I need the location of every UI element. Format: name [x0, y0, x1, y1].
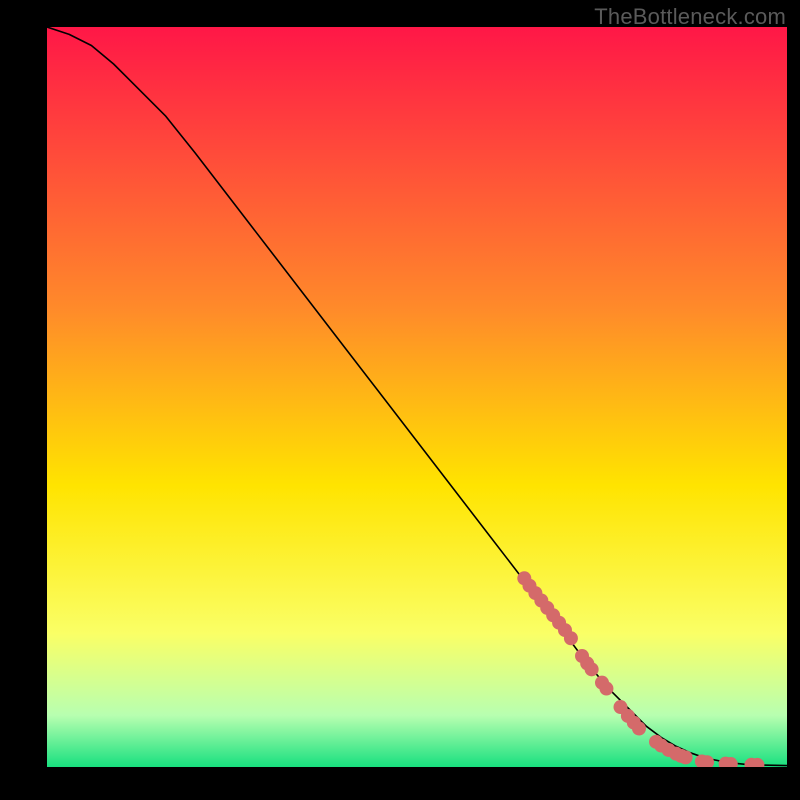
watermark-text: TheBottleneck.com: [594, 4, 786, 30]
plot-area: [47, 27, 787, 767]
data-marker: [564, 631, 578, 645]
gradient-background: [47, 27, 787, 767]
data-marker: [679, 750, 693, 764]
chart-stage: TheBottleneck.com: [0, 0, 800, 800]
data-marker: [585, 662, 599, 676]
data-marker: [632, 722, 646, 736]
chart-svg: [47, 27, 787, 767]
data-marker: [599, 682, 613, 696]
